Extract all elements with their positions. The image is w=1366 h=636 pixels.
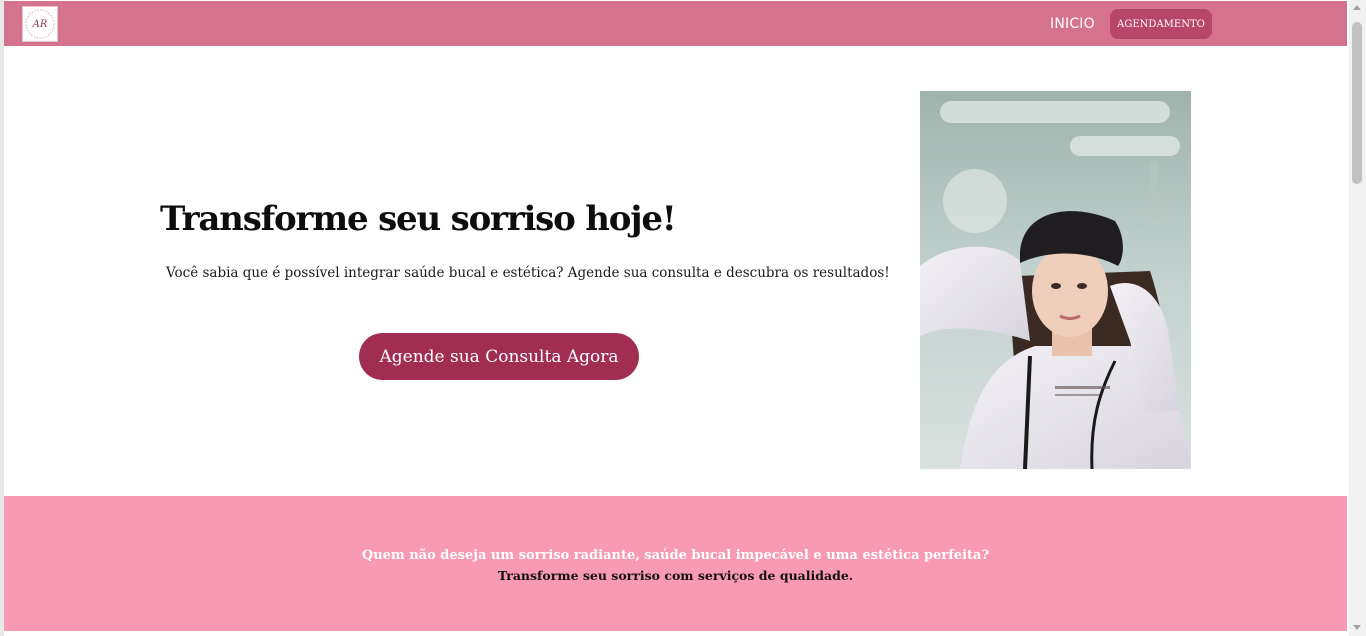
banner-tagline: Transforme seu sorriso com serviços de q… <box>497 568 854 583</box>
svg-text:AR: AR <box>32 19 48 30</box>
nav-link-inicio[interactable]: INICIO <box>1050 16 1095 32</box>
hero-subtitle: Você sabia que é possível integrar saúde… <box>166 265 890 281</box>
hero-title: Transforme seu sorriso hoje! <box>160 199 677 239</box>
intro-banner: Quem não deseja um sorriso radiante, saú… <box>4 496 1347 631</box>
nav-agendamento-button[interactable]: AGENDAMENTO <box>1110 9 1212 39</box>
page: AR INICIO AGENDAMENTO Transforme seu sor… <box>4 1 1347 636</box>
logo-monogram-icon: AR <box>25 9 55 39</box>
navbar: AR INICIO AGENDAMENTO <box>4 1 1347 46</box>
vertical-scrollbar[interactable] <box>1349 0 1366 636</box>
dentist-photo <box>920 91 1191 469</box>
scroll-down-arrow-icon[interactable] <box>1353 625 1361 630</box>
scroll-up-arrow-icon[interactable] <box>1353 5 1361 10</box>
scrollbar-thumb[interactable] <box>1352 22 1362 184</box>
book-appointment-button[interactable]: Agende sua Consulta Agora <box>359 333 639 380</box>
banner-question: Quem não deseja um sorriso radiante, saú… <box>361 548 990 563</box>
brand-logo[interactable]: AR <box>22 6 58 42</box>
